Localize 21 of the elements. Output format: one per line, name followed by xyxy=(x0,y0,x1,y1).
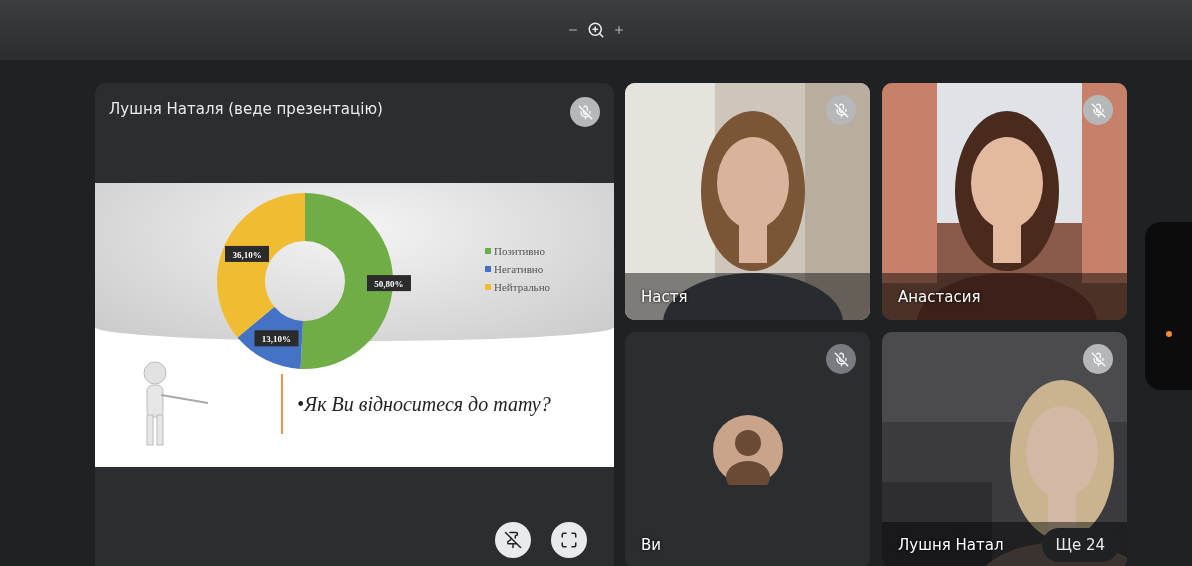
presenter-name: Лушня Наталя (веде презентацію) xyxy=(109,100,383,118)
fullscreen-icon xyxy=(560,531,578,549)
legend-swatch xyxy=(485,248,491,254)
unpin-button[interactable] xyxy=(495,522,531,558)
more-participants-badge[interactable]: Ще 24 xyxy=(1041,528,1119,562)
legend-label: Нейтрально xyxy=(494,281,551,293)
legend-swatch xyxy=(485,266,491,272)
participant-name: Анастасия xyxy=(898,288,981,306)
legend-label: Позитивно xyxy=(494,245,545,257)
data-label: 50,80% xyxy=(366,275,411,292)
slide-question: •Як Ви відноситеся до тату? xyxy=(297,392,551,416)
legend-swatch xyxy=(485,284,491,290)
fullscreen-button[interactable] xyxy=(551,522,587,558)
zoom-in-icon[interactable] xyxy=(587,21,605,39)
legend-label: Негативно xyxy=(494,263,544,275)
participant-name: Ви xyxy=(641,536,662,554)
participant-name: Лушня Натал xyxy=(898,536,1004,554)
data-label: 13,10% xyxy=(254,330,299,347)
pin-off-icon xyxy=(504,531,522,549)
avatar xyxy=(712,415,783,485)
plus-icon[interactable] xyxy=(613,24,625,36)
